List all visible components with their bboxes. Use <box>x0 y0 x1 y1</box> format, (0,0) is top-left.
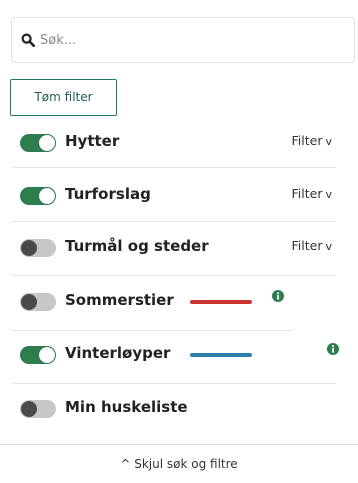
divider <box>12 167 336 168</box>
filter-label: Filter <box>291 238 323 253</box>
layer-row-vinterloyper: Vinterløyper <box>12 332 347 378</box>
filter-label: Filter <box>291 133 323 148</box>
layer-label: Vinterløyper <box>65 344 171 362</box>
hytter-filter-dropdown[interactable]: Filter v <box>292 133 332 148</box>
layer-label: Hytter <box>65 132 120 150</box>
layer-row-hytter: Hytter Filter v <box>12 120 332 166</box>
search-icon <box>21 33 35 47</box>
turmal-toggle[interactable] <box>20 239 56 257</box>
layer-label: Turforslag <box>65 185 151 203</box>
divider <box>12 330 292 331</box>
info-icon[interactable] <box>272 290 284 302</box>
layer-label: Turmål og steder <box>65 237 209 255</box>
chevron-down-icon: v <box>325 135 332 148</box>
vinterloyper-toggle[interactable] <box>20 346 56 364</box>
filter-label: Filter <box>291 186 323 201</box>
layer-row-min-huskeliste: Min huskeliste <box>12 386 332 432</box>
vinterloyper-legend-line <box>190 353 252 357</box>
turforslag-filter-dropdown[interactable]: Filter v <box>292 186 332 201</box>
layer-row-turforslag: Turforslag Filter v <box>12 173 332 219</box>
turmal-filter-dropdown[interactable]: Filter v <box>292 238 332 253</box>
chevron-up-icon: ^ <box>120 457 131 471</box>
turforslag-toggle[interactable] <box>20 187 56 205</box>
layer-row-turmal-og-steder: Turmål og steder Filter v <box>12 225 332 271</box>
footer-label: Skjul søk og filtre <box>134 457 238 471</box>
sommerstier-legend-line <box>190 300 252 304</box>
info-icon[interactable] <box>327 343 339 355</box>
layer-label: Sommerstier <box>65 291 174 309</box>
huskeliste-toggle[interactable] <box>20 400 56 418</box>
hide-search-and-filters-button[interactable]: ^ Skjul søk og filtre <box>0 444 358 475</box>
search-box[interactable] <box>11 17 355 63</box>
clear-filter-button[interactable]: Tøm filter <box>10 79 117 116</box>
hytter-toggle[interactable] <box>20 134 56 152</box>
sommerstier-toggle[interactable] <box>20 293 56 311</box>
chevron-down-icon: v <box>325 188 332 201</box>
divider <box>12 221 336 222</box>
layer-label: Min huskeliste <box>65 398 188 416</box>
divider <box>12 383 336 384</box>
divider <box>12 275 336 276</box>
chevron-down-icon: v <box>325 240 332 253</box>
layer-row-sommerstier: Sommerstier <box>12 279 342 325</box>
search-input[interactable] <box>40 20 348 60</box>
